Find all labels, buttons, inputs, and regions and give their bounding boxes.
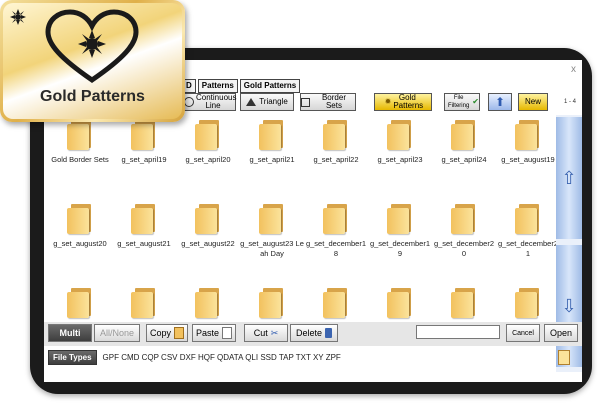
document-icon[interactable] — [558, 350, 570, 365]
folder-label: g_set_december18 — [305, 239, 367, 258]
scroll-up-button[interactable]: ⇧ — [556, 117, 582, 239]
close-icon[interactable]: x — [571, 64, 576, 75]
paste-icon — [222, 327, 232, 339]
multi-button[interactable]: Multi — [48, 324, 92, 342]
gold-patterns-badge: Gold Patterns — [0, 0, 185, 122]
folder-label: g_set_december19 — [369, 239, 431, 258]
file-types-bar: File Types GPF CMD CQP CSV DXF HQF QDATA… — [44, 348, 582, 366]
folder-icon — [451, 288, 477, 318]
delete-button[interactable]: Delete — [290, 324, 338, 342]
folder-label: g_set_december21 — [497, 239, 559, 258]
folder-item[interactable]: g_set_april21 — [240, 118, 304, 198]
folder-label: g_set_april19 — [121, 155, 167, 164]
folder-item[interactable]: g_set_april19 — [112, 118, 176, 198]
folder-icon — [259, 288, 285, 318]
folder-icon — [451, 120, 477, 150]
folder-icon — [323, 120, 349, 150]
folder-icon — [323, 288, 349, 318]
folder-icon — [515, 288, 541, 318]
page-count: 1 - 4 — [563, 99, 576, 105]
paste-button[interactable]: Paste — [192, 324, 236, 342]
breadcrumb: D Patterns Gold Patterns — [182, 79, 301, 93]
folder-item[interactable]: g_set_august22 — [176, 202, 240, 282]
up-folder-button[interactable]: ⬆ — [488, 93, 512, 111]
folder-label: g_set_december20 — [433, 239, 495, 258]
check-icon: ✔ — [472, 97, 479, 106]
scissors-icon: ✂ — [270, 327, 279, 338]
search-input[interactable] — [416, 325, 500, 339]
folder-icon — [195, 204, 221, 234]
folder-item[interactable]: g_set_december19 — [368, 202, 432, 282]
folder-label: g_set_april21 — [249, 155, 295, 164]
border-sets-button[interactable]: Border Sets — [300, 93, 356, 111]
gold-patterns-button[interactable]: ✹ Gold Patterns — [374, 93, 432, 111]
folder-item[interactable]: g_set_august21 — [112, 202, 176, 282]
border-sets-icon — [301, 97, 310, 107]
folder-icon — [67, 288, 93, 318]
up-arrow-icon: ⇧ — [561, 167, 577, 188]
folder-label: g_set_august23 Leah Day — [240, 239, 304, 258]
file-filtering-button[interactable]: File Filtering ✔ — [444, 93, 480, 111]
trash-icon — [325, 328, 332, 338]
continuous-line-button[interactable]: Continuous Line — [178, 93, 236, 111]
open-button[interactable]: Open — [544, 324, 578, 342]
folder-item[interactable]: g_set_august19 — [496, 118, 560, 198]
folder-icon — [195, 120, 221, 150]
folder-label: g_set_april24 — [441, 155, 487, 164]
cancel-button[interactable]: Cancel — [506, 324, 540, 342]
folder-icon — [387, 288, 413, 318]
folder-icon — [131, 288, 157, 318]
folder-item[interactable]: g_set_december18 — [304, 202, 368, 282]
folder-label: g_set_april20 — [185, 155, 231, 164]
folder-label: g_set_august21 — [117, 239, 171, 248]
folder-label: g_set_august20 — [53, 239, 107, 248]
folder-icon — [259, 120, 285, 150]
sun-icon: ✹ — [384, 97, 392, 106]
folder-item[interactable]: Gold Border Sets — [48, 118, 112, 198]
folder-icon — [131, 120, 157, 150]
folder-item[interactable]: g_set_december21 — [496, 202, 560, 282]
folder-icon — [67, 204, 93, 234]
folder-label: g_set_august19 — [501, 155, 555, 164]
badge-title: Gold Patterns — [40, 88, 145, 105]
folder-icon — [515, 120, 541, 150]
file-types-list: GPF CMD CQP CSV DXF HQF QDATA QLI SSD TA… — [102, 352, 341, 362]
folder-icon — [323, 204, 349, 234]
action-bar: Multi All/None Copy Paste Cut ✂ Delete C… — [44, 322, 582, 346]
tab-gold-patterns[interactable]: Gold Patterns — [239, 79, 301, 93]
all-none-button[interactable]: All/None — [94, 324, 140, 342]
new-folder-button[interactable]: New — [518, 93, 548, 111]
folder-label: g_set_august22 — [181, 239, 235, 248]
folder-item[interactable]: g_set_august23 Leah Day — [240, 202, 304, 282]
folder-item[interactable]: g_set_april24 — [432, 118, 496, 198]
triangle-button[interactable]: Triangle — [240, 93, 294, 111]
file-types-label[interactable]: File Types — [48, 349, 97, 365]
down-arrow-icon: ⇩ — [561, 295, 577, 316]
folder-item[interactable]: g_set_april20 — [176, 118, 240, 198]
folder-icon — [387, 120, 413, 150]
tab-patterns[interactable]: Patterns — [197, 79, 238, 93]
folder-icon — [67, 120, 93, 150]
folder-label: Gold Border Sets — [51, 155, 109, 164]
folder-label: g_set_april23 — [377, 155, 423, 164]
folder-icon — [515, 204, 541, 234]
folder-label: g_set_april22 — [313, 155, 359, 164]
copy-icon — [174, 327, 184, 339]
folder-item[interactable]: g_set_december20 — [432, 202, 496, 282]
folder-item[interactable]: g_set_august20 — [48, 202, 112, 282]
folder-icon — [259, 204, 285, 234]
continuous-line-icon — [184, 97, 194, 107]
up-arrow-icon: ⬆ — [494, 95, 506, 109]
triangle-icon — [246, 98, 257, 106]
copy-button[interactable]: Copy — [146, 324, 188, 342]
folder-icon — [451, 204, 477, 234]
folder-icon — [131, 204, 157, 234]
folder-icon — [195, 288, 221, 318]
sun-icon — [10, 9, 26, 25]
folder-icon — [387, 204, 413, 234]
folder-item[interactable]: g_set_april23 — [368, 118, 432, 198]
folder-item[interactable]: g_set_april22 — [304, 118, 368, 198]
cut-button[interactable]: Cut ✂ — [244, 324, 288, 342]
